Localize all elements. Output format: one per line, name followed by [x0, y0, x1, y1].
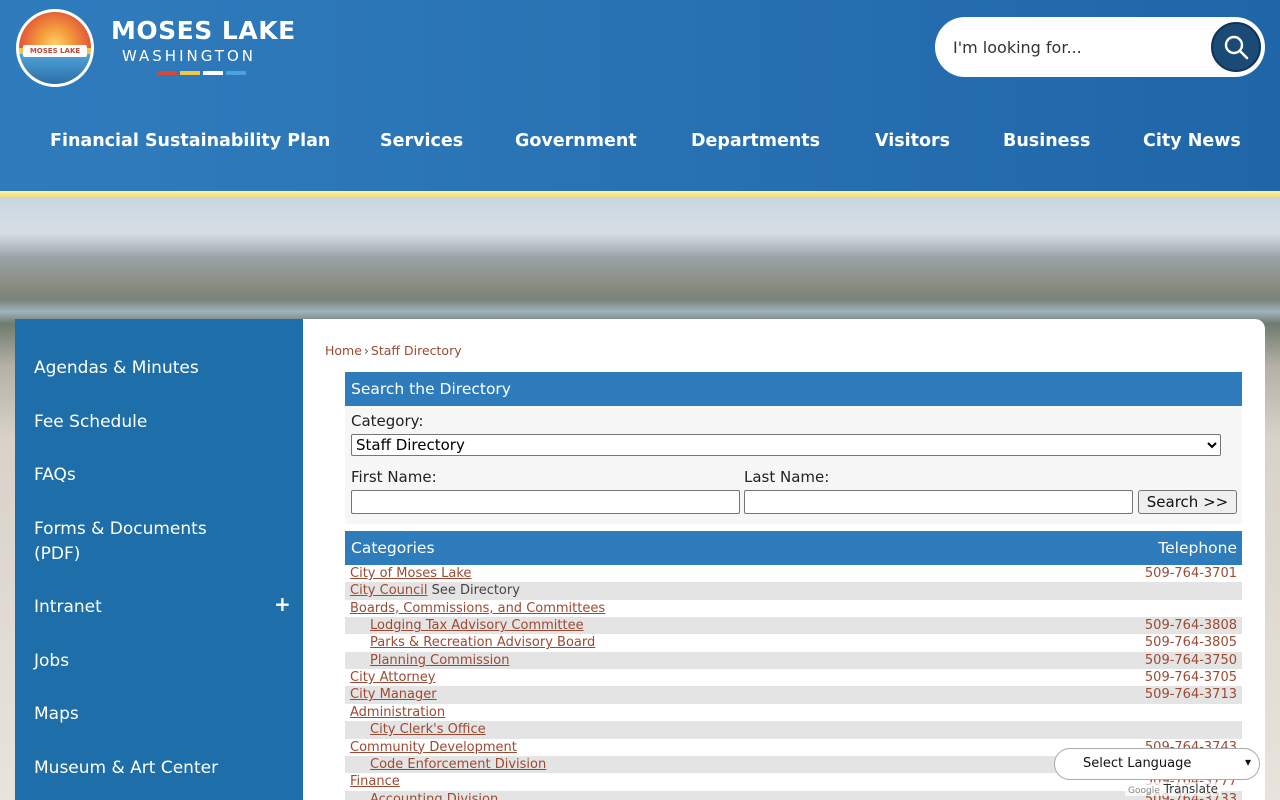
category-link[interactable]: Community Development [350, 740, 517, 755]
category-telephone[interactable]: 509-764-3701 [1145, 565, 1237, 582]
first-name-input[interactable] [351, 490, 740, 514]
breadcrumb-current[interactable]: Staff Directory [371, 343, 462, 358]
nav-visitors[interactable]: Visitors [875, 131, 950, 151]
sidebar-item-faqs[interactable]: FAQs [34, 463, 76, 488]
category-name: City Attorney [350, 669, 435, 686]
nav-departments[interactable]: Departments [691, 131, 820, 151]
category-link[interactable]: Accounting Division [370, 792, 498, 800]
categories-header: Categories [345, 531, 1242, 565]
breadcrumb-home[interactable]: Home [325, 343, 362, 358]
category-name: Community Development [350, 739, 517, 756]
site-title[interactable]: MOSES LAKE [111, 16, 296, 45]
category-label: Category: [351, 412, 424, 430]
directory-search-header: Search the Directory [345, 372, 1242, 406]
table-row: City Council See Directory [345, 582, 1242, 600]
category-name: Code Enforcement Division [370, 756, 546, 773]
sidebar-item-agendas-minutes[interactable]: Agendas & Minutes [34, 356, 199, 381]
category-link[interactable]: City of Moses Lake [350, 566, 471, 581]
category-telephone[interactable]: 509-764-3705 [1145, 669, 1237, 686]
search-button[interactable] [1211, 22, 1261, 72]
first-name-label: First Name: [351, 468, 437, 486]
last-name-label: Last Name: [744, 468, 830, 486]
category-telephone[interactable]: 509-764-3713 [1145, 686, 1237, 703]
directory-search-button[interactable]: Search >> [1138, 490, 1237, 514]
nav-services[interactable]: Services [380, 131, 463, 151]
category-name: City Manager [350, 686, 437, 703]
site-subtitle: WASHINGTON [122, 47, 256, 65]
table-row: Planning Commission 509-764-3750 [345, 651, 1242, 670]
expand-plus-icon[interactable]: + [274, 592, 291, 616]
category-link[interactable]: Code Enforcement Division [370, 757, 546, 772]
category-link[interactable]: Administration [350, 705, 445, 720]
category-link[interactable]: Lodging Tax Advisory Committee [370, 618, 584, 633]
category-name: Planning Commission [370, 652, 509, 669]
category-name: Boards, Commissions, and Committees [350, 600, 605, 617]
language-select[interactable]: Select Language ▾ [1054, 748, 1260, 780]
category-link[interactable]: City Manager [350, 687, 437, 702]
seal-text: MOSES LAKE [23, 45, 87, 57]
category-telephone[interactable]: 509-764-3808 [1145, 617, 1237, 634]
site-search-input[interactable] [953, 31, 1203, 63]
google-translate-branding[interactable]: Google Translate [1125, 782, 1222, 796]
translate-word: Translate [1163, 782, 1219, 796]
category-link[interactable]: Boards, Commissions, and Committees [350, 601, 605, 616]
nav-government[interactable]: Government [515, 131, 637, 151]
city-seal-logo[interactable]: MOSES LAKE [16, 9, 94, 87]
sidebar-item-forms-documents[interactable]: Forms & Documents [34, 517, 207, 542]
site-search [935, 17, 1265, 77]
category-name: Lodging Tax Advisory Committee [370, 617, 584, 634]
category-name: Finance [350, 773, 400, 790]
telephone-header: Telephone [1158, 539, 1237, 557]
category-name: Accounting Division [370, 791, 498, 800]
category-note: See Directory [427, 583, 520, 599]
category-link[interactable]: City Council [350, 583, 428, 598]
table-row: Lodging Tax Advisory Committee 509-764-38… [345, 617, 1242, 635]
search-icon [1224, 35, 1249, 60]
category-telephone[interactable]: 509-764-3750 [1145, 652, 1237, 669]
table-row: City Attorney 509-764-3705 [345, 669, 1242, 686]
google-logo-text: Google [1128, 786, 1160, 796]
table-row: Parks & Recreation Advisory Board 509-764… [345, 634, 1242, 651]
category-link[interactable]: Parks & Recreation Advisory Board [370, 635, 595, 650]
category-select[interactable]: Staff Directory [351, 434, 1221, 456]
breadcrumb-separator: › [363, 343, 369, 358]
category-name: City Council See Directory [350, 582, 520, 599]
category-name: Administration [350, 704, 445, 721]
last-name-input[interactable] [744, 490, 1133, 514]
nav-financial-sustainability-plan[interactable]: Financial Sustainability Plan [50, 131, 330, 151]
sidebar-item-forms-documents-pdf[interactable]: (PDF) [34, 542, 80, 567]
language-select-label: Select Language [1083, 756, 1192, 771]
table-row: City of Moses Lake 509-764-3701 [345, 565, 1242, 582]
sidebar-item-jobs[interactable]: Jobs [34, 649, 69, 674]
table-row: Boards, Commissions, and Committees [345, 600, 1242, 617]
sidebar-item-fee-schedule[interactable]: Fee Schedule [34, 410, 147, 435]
nav-business[interactable]: Business [1003, 131, 1090, 151]
table-row: Accounting Division509-764-3733 [345, 790, 1242, 800]
logo-color-bars [157, 71, 246, 75]
category-link[interactable]: Planning Commission [370, 653, 509, 668]
sidebar-item-intranet[interactable]: Intranet [34, 595, 102, 620]
category-name: Parks & Recreation Advisory Board [370, 634, 595, 651]
table-row: City Clerk's Office [345, 721, 1242, 739]
nav-city-news[interactable]: City News [1143, 131, 1241, 151]
category-telephone[interactable]: 509-764-3805 [1145, 634, 1237, 651]
category-link[interactable]: City Attorney [350, 670, 435, 685]
category-link[interactable]: Finance [350, 774, 400, 789]
breadcrumb: Home › Staff Directory [325, 343, 462, 358]
sidebar-item-museum-art-center[interactable]: Museum & Art Center [34, 756, 218, 781]
table-row: City Manager 509-764-3713 [345, 686, 1242, 704]
table-row: Administration [345, 704, 1242, 721]
category-name: City of Moses Lake [350, 565, 471, 582]
category-name: City Clerk's Office [370, 721, 486, 738]
sidebar-item-maps[interactable]: Maps [34, 702, 79, 727]
category-link[interactable]: City Clerk's Office [370, 722, 486, 737]
chevron-down-icon: ▾ [1244, 755, 1251, 769]
